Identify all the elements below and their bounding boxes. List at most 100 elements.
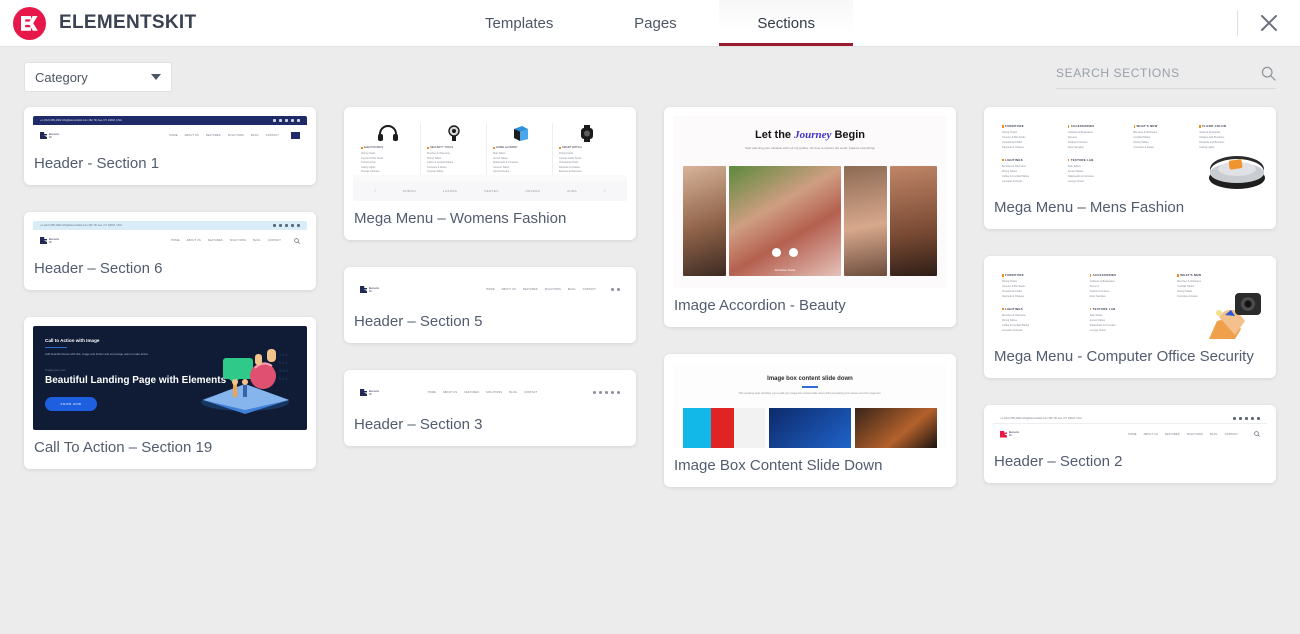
card-title: Mega Menu - Computer Office Security — [994, 348, 1254, 365]
menu-item: Console Desks — [493, 170, 510, 173]
tab-sections[interactable]: Sections — [719, 0, 853, 46]
brand-logo: KORON — [402, 188, 416, 193]
card-title: Header – Section 3 — [354, 415, 483, 433]
menu-item: Outdoor Furniture — [1067, 141, 1088, 144]
thumb-navrow: Elements Kit HOME ABOUT US FEATURES SOLUT… — [993, 423, 1267, 444]
imagebox-cell — [683, 408, 765, 449]
card-mega-menu-mens-fashion[interactable]: FURNITURE Dining Chairs Counter & Bar St… — [984, 107, 1276, 229]
card-image-accordion-beauty[interactable]: Let the Journey Begin Start planning you… — [664, 107, 956, 328]
thumbnail: Call to Action with Image Add beautiful … — [33, 326, 307, 430]
brand-logo: LUXORA — [442, 188, 458, 193]
menu-head: SECURITY TOOLS — [427, 146, 481, 150]
svg-text:0 1 1: 0 1 1 — [279, 376, 289, 381]
card-title: Call To Action – Section 19 — [34, 439, 213, 456]
cta-desc: Add beautiful boxes with title, image an… — [45, 352, 149, 357]
accordion-heading: Let the Journey Begin — [754, 129, 866, 141]
navlink: FEATURES — [205, 134, 221, 137]
menu-item: Dining Tables — [1002, 169, 1017, 173]
card-title: Image Accordion - Beauty — [674, 297, 846, 315]
navlink: FEATURES — [207, 239, 223, 242]
thumb-navlinks: HOME ABOUT US FEATURES SOLUTIONS BLOG CO… — [171, 239, 281, 242]
thumbnail: +1 (212) 695-1962 info@elementskit.com 4… — [33, 116, 307, 146]
brand-logo: AURA — [567, 188, 578, 193]
menu-item: Daybeds & Chaises — [559, 165, 580, 169]
accordion-dot[interactable] — [789, 248, 799, 258]
tab-templates[interactable]: Templates — [447, 0, 591, 46]
thumb-navlinks: HOME ABOUT US FEATURES SOLUTIONS BLOG CO… — [1128, 433, 1238, 436]
menu-head: ELECTRONICS — [361, 146, 415, 150]
social-icons — [1233, 417, 1260, 420]
card-header-section-6[interactable]: +1 (212) 695-1962 info@elementskit.com 4… — [24, 212, 316, 290]
menu-item: Coffee & Cocktail Tables — [1002, 323, 1030, 327]
card-header-section-1[interactable]: +1 (212) 695-1962 info@elementskit.com 4… — [24, 107, 316, 185]
accordion-panel[interactable] — [683, 166, 726, 277]
menu-head: ACCESSORIES — [1089, 273, 1171, 277]
menu-item: Dining Chairs — [361, 152, 376, 155]
menu-item: Consoles & Desks — [1002, 328, 1023, 332]
svg-text:1 0 1: 1 0 1 — [279, 352, 289, 357]
tab-pages[interactable]: Pages — [591, 0, 719, 46]
menu-item: Console Tables — [493, 165, 510, 169]
mens-menu-preview: FURNITURE Dining Chairs Counter & Bar St… — [993, 116, 1267, 190]
thumbnail: FURNITURE Dining Chairs Counter & Bar St… — [993, 265, 1267, 339]
thumbnail: ELECTRONICS Dining Chairs Counter & Bar … — [353, 116, 627, 201]
navlink: CONTACT — [524, 391, 538, 394]
close-icon[interactable] — [1256, 10, 1282, 36]
navlink: HOME — [486, 288, 495, 291]
menu-item: Benches & Ottomans — [1002, 164, 1026, 168]
menu-item: Daybeds & Chaises — [1002, 146, 1024, 149]
thumb-contact: +1 (212) 695-1962 info@elementskit.com 4… — [40, 224, 122, 227]
card-title: Header – Section 2 — [994, 453, 1123, 470]
card-image-box-slide-down[interactable]: Image box content slide down This amazin… — [664, 354, 956, 488]
imagebox-heading: Image box content slide down — [767, 376, 853, 383]
accordion-panel-active[interactable]: Attractive Smile — [728, 166, 841, 277]
navlink: HOME — [169, 134, 178, 137]
chevron-right-icon[interactable]: › — [604, 188, 606, 194]
thumb-topbar: +1 (212) 695-1962 info@elementskit.com 4… — [993, 414, 1267, 423]
search-icon — [294, 237, 300, 244]
menu-item: Lounge Chairs — [1089, 328, 1106, 332]
card-header-section-2[interactable]: +1 (212) 695-1962 info@elementskit.com 4… — [984, 405, 1276, 483]
menu-item: Lounge Chairs — [1067, 179, 1085, 183]
menu-item: Counter & Bar Stools — [1002, 285, 1026, 288]
menu-head: SMART WATCH — [559, 146, 614, 150]
card-title: Header – Section 6 — [34, 260, 163, 277]
navlink: CONTACT — [1224, 432, 1238, 436]
card-header-section-5[interactable]: Elements Kit HOME ABOUT US FEATURES SOLUT… — [344, 266, 636, 343]
chevron-left-icon[interactable]: ‹ — [374, 188, 376, 194]
card-mega-menu-womens-fashion[interactable]: ELECTRONICS Dining Chairs Counter & Bar … — [344, 107, 636, 240]
navlink: SOLUTIONS — [1186, 432, 1203, 436]
thumb-contact: +1 (212) 695-1962 info@elementskit.com 4… — [40, 119, 122, 122]
thumb-topbar: +1 (212) 695-1962 info@elementskit.com 4… — [33, 221, 307, 230]
imagebox-divider — [802, 386, 818, 388]
search-icon[interactable] — [1261, 66, 1276, 81]
menu-item: Dining Chairs — [559, 152, 574, 155]
thumb-navrow: Elements Kit HOME ABOUT US FEATURES SOLUT… — [353, 275, 627, 304]
accordion-dot[interactable] — [771, 248, 781, 258]
accordion-panel[interactable] — [889, 166, 937, 277]
search-box-icon — [291, 132, 300, 139]
menu-item: Benches & Ottomans — [1002, 313, 1026, 317]
menu-item: Dining Chairs — [1002, 131, 1018, 134]
card-call-to-action-19[interactable]: Call to Action with Image Add beautiful … — [24, 317, 316, 469]
menu-column: TEXTURE LAB Side Tables Accent Tables Si… — [1089, 307, 1171, 336]
menu-head: HOME LAUNDRY — [493, 146, 547, 150]
menu-head: ACCESSORIES — [1067, 124, 1127, 128]
navlink: SOLUTIONS — [229, 239, 246, 242]
social-icons — [593, 391, 620, 394]
cta-button: KNOW HOW — [45, 397, 97, 412]
search-input[interactable] — [1056, 66, 1253, 80]
accordion-header: Let the Journey Begin Start planning you… — [673, 116, 947, 161]
card-header-section-3[interactable]: Elements Kit HOME ABOUT US FEATURES SOLUT… — [344, 369, 636, 446]
navlink: CONTACT — [265, 134, 279, 137]
menu-item: Floor Samples — [1067, 146, 1084, 149]
ek-logo-icon: Elements Kit — [360, 389, 379, 396]
navlink: ABOUT US — [184, 134, 199, 137]
card-mega-menu-computer-office-security[interactable]: FURNITURE Dining Chairs Counter & Bar St… — [984, 256, 1276, 378]
menu-column: HOME LAUNDRY Side Tables Accent Tables S… — [493, 123, 553, 175]
menu-item: Side Tables — [493, 152, 506, 155]
category-dropdown[interactable]: Category — [24, 62, 172, 92]
card-title: Mega Menu – Mens Fashion — [994, 199, 1185, 216]
accordion-panel[interactable] — [843, 166, 887, 277]
thumbnail: +1 (212) 695-1962 info@elementskit.com 4… — [33, 221, 307, 251]
